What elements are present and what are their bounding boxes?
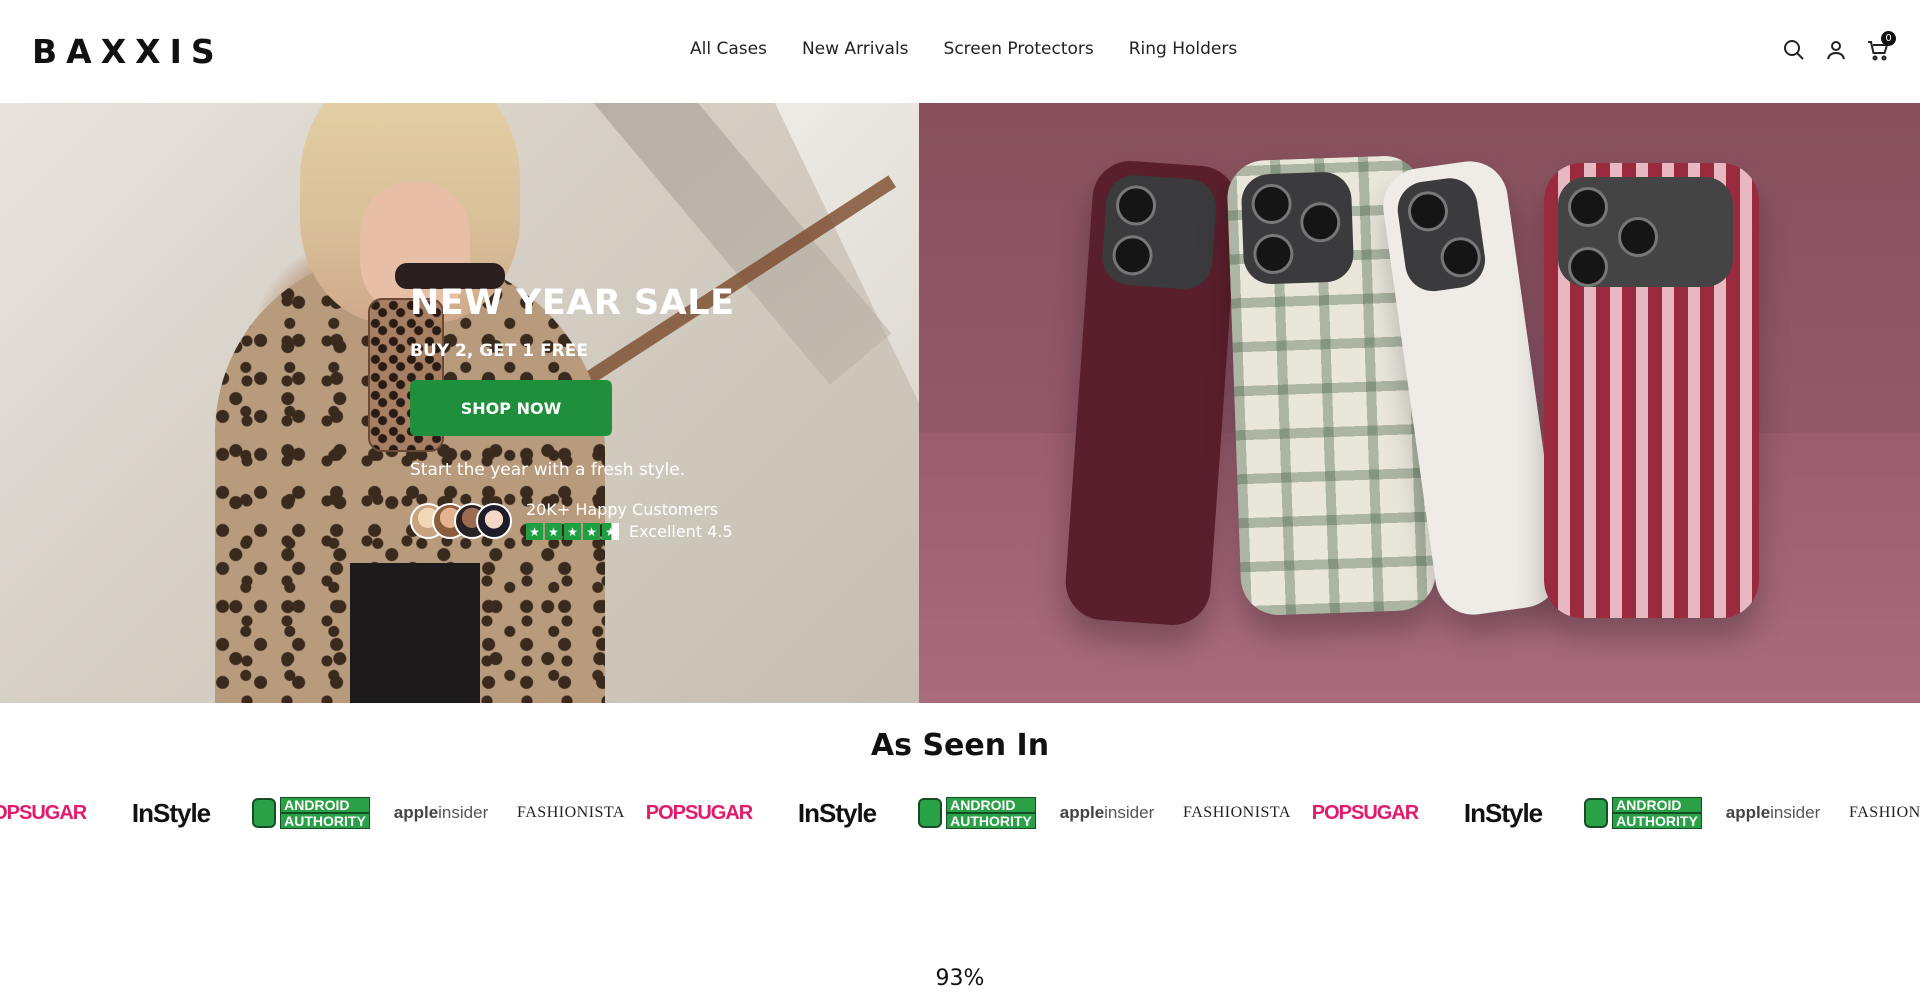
phone-case-stripes (1544, 163, 1759, 618)
hero-banner: NEW YEAR SALE BUY 2, GET 1 FREE SHOP NOW… (0, 103, 1920, 703)
hero-product-image (919, 103, 1920, 703)
brand-logo[interactable]: BAXXIS (32, 32, 224, 71)
instyle-logo: InStyle (797, 797, 877, 828)
stat-value: 93% (935, 966, 985, 991)
android-robot-icon (1584, 798, 1609, 828)
nav-ring-holders[interactable]: Ring Holders (1129, 39, 1238, 59)
social-proof: 20K+ Happy Customers ★ ★ ★ ★ ★ Excellent… (410, 500, 830, 541)
shop-now-button[interactable]: SHOP NOW (410, 380, 612, 436)
android-authority-logo: ANDROID AUTHORITY (246, 796, 376, 830)
cart-icon[interactable]: 0 (1866, 31, 1896, 62)
appleinsider-logo: apple insider (1059, 803, 1155, 822)
as-seen-in-title: As Seen In (870, 728, 1050, 763)
hero-copy: NEW YEAR SALE BUY 2, GET 1 FREE SHOP NOW… (410, 283, 830, 541)
popsugar-logo: POPSUGAR (0, 801, 87, 824)
fashionista-logo: FASHIONISTA (1183, 804, 1291, 821)
star-rating: ★ ★ ★ ★ ★ (526, 523, 619, 540)
android-authority-logo: ANDROID AUTHORITY (912, 796, 1042, 830)
instyle-logo: InStyle (131, 797, 211, 828)
popsugar-logo: POPSUGAR (1311, 801, 1419, 824)
nav-screen-protectors[interactable]: Screen Protectors (944, 39, 1094, 59)
star-icon: ★ (545, 523, 562, 540)
android-robot-icon (918, 798, 943, 828)
hero-subtitle: BUY 2, GET 1 FREE (410, 341, 588, 361)
star-icon: ★ (583, 523, 600, 540)
popsugar-logo: POPSUGAR (645, 801, 753, 824)
customer-avatars (410, 502, 512, 539)
nav-new-arrivals[interactable]: New Arrivals (802, 39, 909, 59)
fashionista-logo: FASHIONISTA (517, 804, 625, 821)
instyle-logo: InStyle (1463, 797, 1543, 828)
press-logo-strip: POPSUGAR InStyle ANDROIDAUTHORITY applei… (0, 796, 1920, 830)
user-icon[interactable] (1824, 38, 1848, 62)
header-actions: 0 (1782, 31, 1896, 62)
appleinsider-logo: apple insider (1725, 803, 1821, 822)
fashionista-logo: FASHIONISTA (1849, 804, 1920, 821)
happy-customers: 20K+ Happy Customers (526, 500, 719, 519)
nav-all-cases[interactable]: All Cases (690, 39, 767, 59)
star-icon: ★ (564, 523, 581, 540)
social-text: 20K+ Happy Customers ★ ★ ★ ★ ★ Excellent… (526, 500, 733, 541)
hero-tagline: Start the year with a fresh style. (410, 460, 686, 480)
site-header: BAXXIS All Cases New Arrivals Screen Pro… (0, 0, 1920, 103)
rating-label: Excellent 4.5 (629, 522, 733, 541)
avatar (476, 502, 512, 539)
rating: ★ ★ ★ ★ ★ Excellent 4.5 (526, 522, 733, 541)
half-star-icon: ★ (602, 523, 619, 540)
cart-count-badge: 0 (1881, 31, 1896, 46)
android-robot-icon (252, 798, 277, 828)
appleinsider-logo: apple insider (393, 803, 489, 822)
main-nav: All Cases New Arrivals Screen Protectors… (690, 39, 1237, 59)
hero-title: NEW YEAR SALE (410, 283, 735, 323)
search-icon[interactable] (1782, 38, 1806, 62)
star-icon: ★ (526, 523, 543, 540)
android-authority-logo: ANDROID AUTHORITY (1578, 796, 1708, 830)
